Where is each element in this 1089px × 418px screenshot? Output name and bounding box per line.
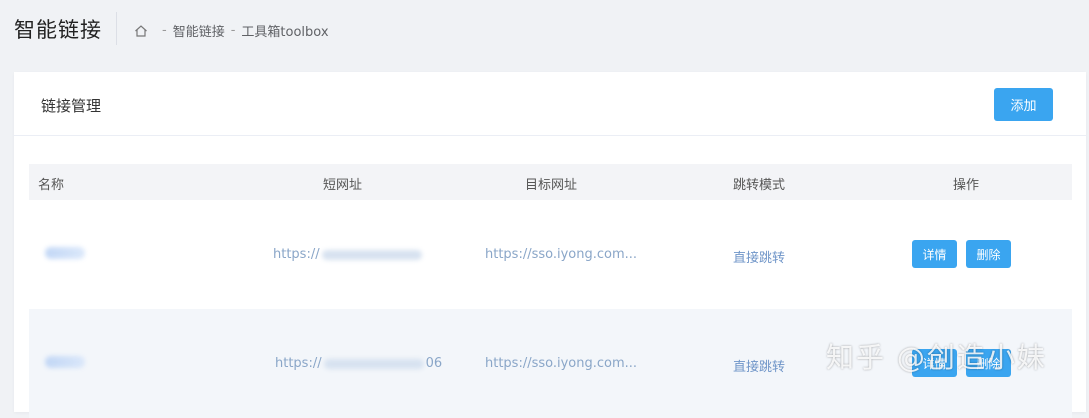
breadcrumb-separator: -: [230, 23, 236, 38]
target-url[interactable]: https://sso.iyong.com...: [485, 356, 637, 371]
redirect-mode: 直接跳转: [733, 360, 786, 375]
card-title: 链接管理: [41, 97, 102, 115]
column-header-short-url: 短网址: [323, 178, 363, 193]
redacted-text: [323, 358, 424, 369]
details-button[interactable]: 详情: [912, 240, 957, 268]
links-table: 名称 短网址 目标网址 跳转模式 操作 https:// https://sso…: [29, 164, 1072, 418]
column-header-actions: 操作: [953, 178, 980, 193]
target-url[interactable]: https://sso.iyong.com...: [485, 247, 637, 262]
card-header: 链接管理 添加: [14, 72, 1086, 136]
watermark: 知乎 @创造小妹: [826, 341, 1047, 374]
link-name[interactable]: [45, 356, 85, 368]
delete-button[interactable]: 删除: [966, 240, 1011, 268]
short-url[interactable]: https:// 06: [275, 356, 442, 371]
short-url[interactable]: https://: [273, 247, 424, 262]
link-name[interactable]: [45, 247, 85, 259]
title-divider: [116, 12, 117, 45]
column-header-redirect-mode: 跳转模式: [733, 178, 786, 193]
page-title: 智能链接: [14, 18, 102, 42]
breadcrumb-separator: -: [162, 23, 167, 38]
top-bar: 智能链接 - 智能链接 - 工具箱toolbox: [0, 0, 1089, 60]
table-row: https:// https://sso.iyong.com... 直接跳转 详…: [29, 200, 1072, 309]
table-header: 名称 短网址 目标网址 跳转模式 操作: [29, 164, 1072, 200]
short-url-prefix: https://: [273, 247, 320, 262]
add-button[interactable]: 添加: [994, 88, 1053, 121]
redirect-mode: 直接跳转: [733, 251, 786, 266]
breadcrumb: - 智能链接 - 工具箱toolbox: [134, 21, 329, 40]
short-url-prefix: https://: [275, 356, 322, 371]
breadcrumb-item-toolbox[interactable]: 工具箱toolbox: [241, 21, 328, 40]
column-header-name: 名称: [38, 178, 65, 193]
short-url-suffix: 06: [425, 356, 443, 371]
home-icon[interactable]: [134, 24, 148, 38]
redacted-text: [321, 249, 422, 260]
column-header-target-url: 目标网址: [525, 178, 578, 193]
breadcrumb-item-smart-link[interactable]: 智能链接: [173, 21, 225, 40]
